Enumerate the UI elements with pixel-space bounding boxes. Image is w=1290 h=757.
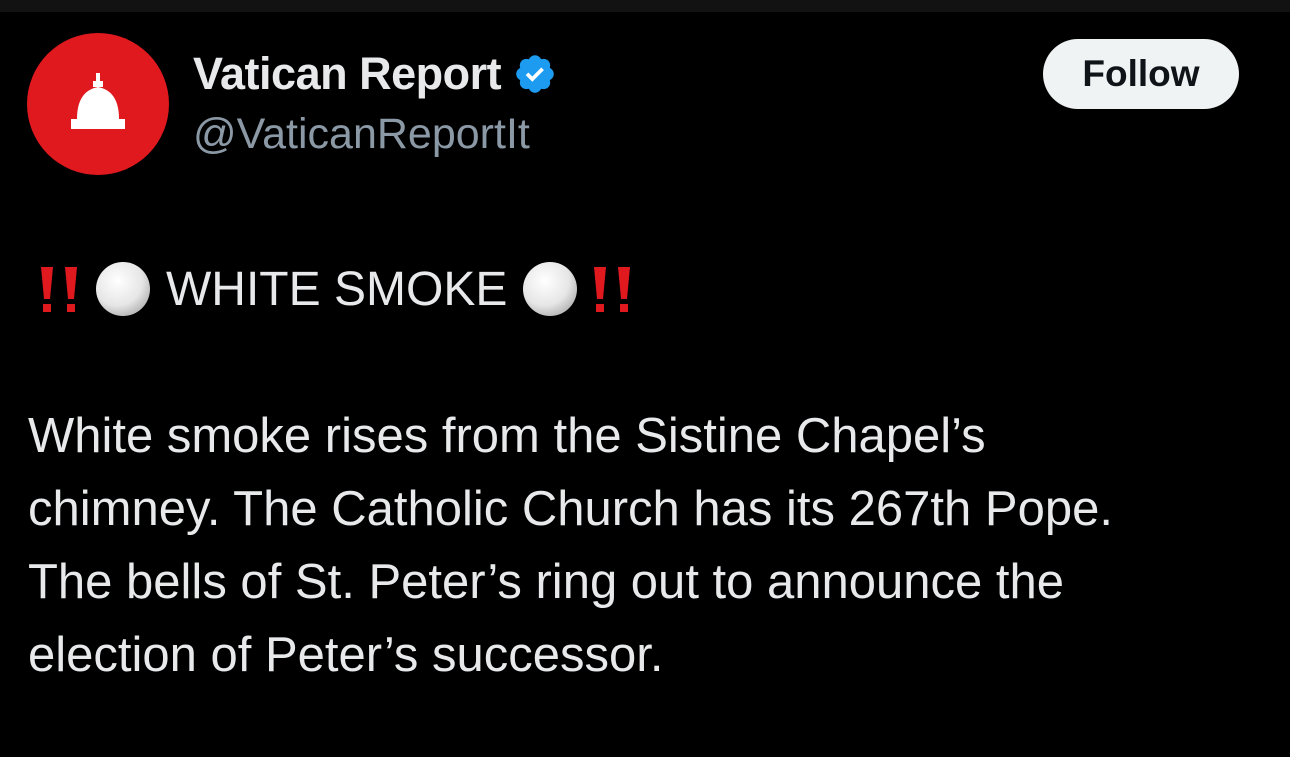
avatar[interactable]: [27, 33, 169, 175]
post-body-text: White smoke rises from the Sistine Chape…: [28, 409, 1113, 682]
follow-button[interactable]: Follow: [1043, 39, 1239, 109]
white-circle-icon: [94, 260, 152, 318]
display-name[interactable]: Vatican Report: [193, 48, 502, 100]
double-exclamation-icon: [32, 261, 88, 317]
verified-badge-icon[interactable]: [513, 52, 557, 96]
post-headline: WHITE SMOKE: [32, 258, 641, 320]
display-name-row: Vatican Report: [193, 48, 557, 100]
white-circle-icon: [521, 260, 579, 318]
dome-icon: [71, 73, 125, 129]
headline-text: WHITE SMOKE: [166, 262, 508, 316]
top-bar: [0, 0, 1290, 12]
handle[interactable]: @VaticanReportIt: [193, 110, 530, 159]
double-exclamation-icon: [585, 261, 641, 317]
